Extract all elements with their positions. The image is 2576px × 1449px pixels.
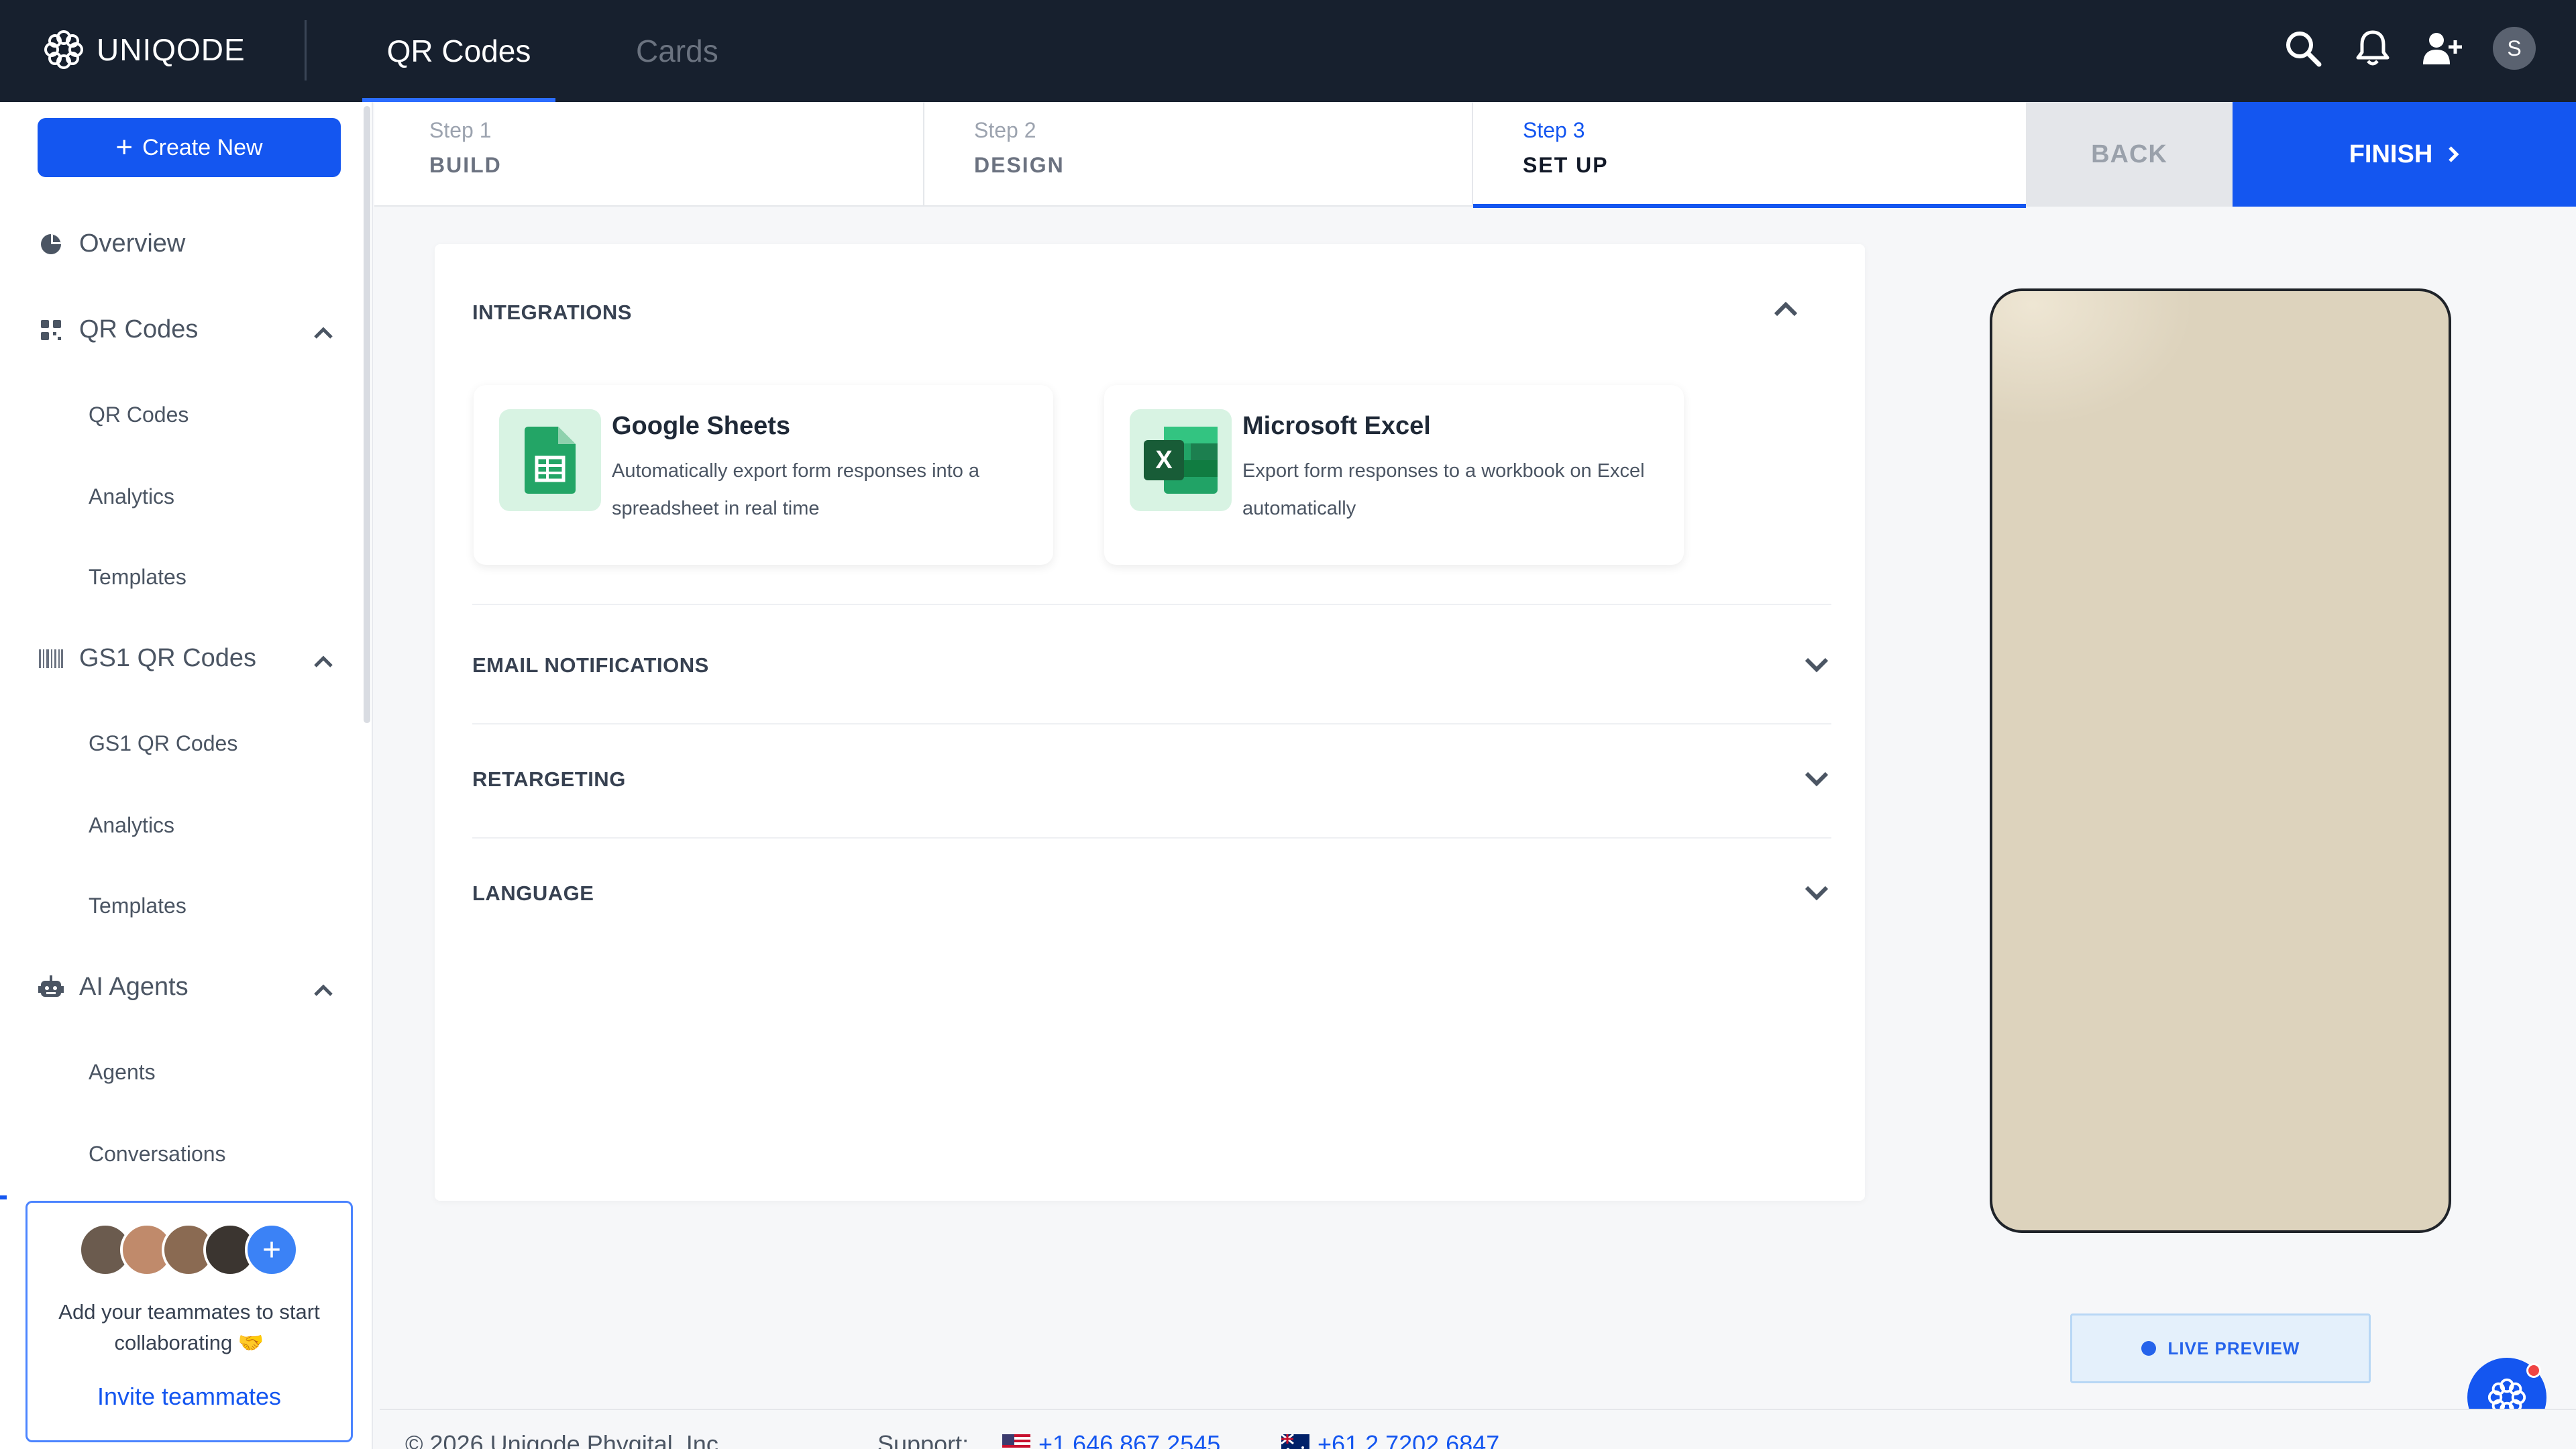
step-number: Step 3 (1523, 118, 1585, 142)
phone-preview (1990, 288, 2451, 1233)
live-preview-button[interactable]: LIVE PREVIEW (2070, 1313, 2371, 1383)
integration-description: Automatically export form responses into… (612, 460, 980, 519)
sidebar-group-gs1-qr-codes[interactable]: GS1 QR Codes (38, 644, 333, 673)
wizard-steps: Step 1 BUILD Step 2 DESIGN Step 3 SET UP (374, 102, 2026, 208)
retargeting-heading[interactable]: RETARGETING (472, 767, 626, 792)
create-new-label: Create New (142, 134, 263, 160)
sidebar-item-analytics[interactable]: Analytics (89, 484, 174, 509)
sidebar-progress-indicator (0, 1195, 7, 1199)
create-new-button[interactable]: + Create New (38, 118, 341, 177)
sidebar-group-label: AI Agents (79, 973, 189, 1001)
back-button[interactable]: BACK (2026, 102, 2233, 207)
brand-name: UNIQODE (97, 32, 246, 67)
sidebar-group-label: GS1 QR Codes (79, 644, 256, 672)
svg-text:X: X (1155, 446, 1173, 474)
excel-icon: X (1130, 409, 1232, 511)
footer-support-label: Support: (877, 1430, 969, 1449)
preview-background-texture (1992, 291, 2194, 425)
sidebar-item-qr-codes[interactable]: QR Codes (89, 402, 189, 427)
integration-title: Google Sheets (612, 412, 791, 440)
finish-button[interactable]: FINISH (2233, 102, 2576, 207)
google-sheets-integration[interactable]: Google Sheets Automatically export form … (474, 385, 1053, 565)
footer: © 2026 Uniqode Phygital, Inc. Support: +… (380, 1409, 2576, 1449)
step-build[interactable]: Step 1 BUILD (374, 102, 924, 207)
invite-teammates-card: + Add your teammates to start collaborat… (25, 1201, 353, 1442)
chevron-down-icon[interactable] (1803, 656, 1830, 677)
uniqode-logo-icon (44, 30, 83, 69)
setup-card: INTEGRATIONS Google Sheets Automatically… (435, 244, 1865, 1201)
footer-copyright: © 2026 Uniqode Phygital, Inc. (405, 1430, 725, 1449)
integration-title: Microsoft Excel (1242, 412, 1431, 440)
divider (472, 723, 1831, 724)
sidebar-group-qr-codes[interactable]: QR Codes (38, 315, 333, 344)
sidebar-group-label: QR Codes (79, 315, 199, 343)
plus-icon: + (115, 131, 133, 164)
email-notifications-heading[interactable]: EMAIL NOTIFICATIONS (472, 653, 709, 678)
brand-logo[interactable]: UNIQODE (42, 27, 246, 72)
sidebar-item-gs1-analytics[interactable]: Analytics (89, 813, 174, 838)
robot-icon (38, 974, 64, 1001)
chevron-right-icon (2449, 146, 2459, 162)
live-preview-label: LIVE PREVIEW (2167, 1338, 2300, 1358)
microsoft-excel-integration[interactable]: X Microsoft Excel Export form responses … (1104, 385, 1684, 565)
top-bar: UNIQODE QR Codes Cards S (0, 0, 2576, 102)
add-user-icon[interactable] (2423, 29, 2462, 68)
step-number: Step 1 (429, 118, 492, 142)
chevron-up-icon[interactable] (313, 975, 334, 1004)
teammate-avatars: + (78, 1223, 299, 1277)
tab-qr-codes[interactable]: QR Codes (362, 0, 555, 102)
search-icon[interactable] (2284, 29, 2322, 68)
chevron-up-icon[interactable] (1772, 301, 1799, 321)
topbar-divider (305, 20, 307, 80)
au-flag-icon (1281, 1434, 1309, 1449)
chevron-up-icon[interactable] (313, 647, 334, 676)
divider (472, 604, 1831, 605)
integrations-heading[interactable]: INTEGRATIONS (472, 301, 632, 325)
chevron-down-icon[interactable] (1803, 770, 1830, 791)
invite-teammates-text: Add your teammates to start collaboratin… (58, 1300, 320, 1354)
google-sheets-icon (499, 409, 601, 511)
qr-grid-icon (38, 317, 64, 343)
sidebar-item-gs1-templates[interactable]: Templates (89, 894, 186, 918)
sidebar-item-label: Overview (79, 229, 186, 258)
sidebar-item-templates[interactable]: Templates (89, 565, 186, 590)
finish-label: FINISH (2349, 140, 2433, 168)
step-design[interactable]: Step 2 DESIGN (924, 102, 1473, 207)
chevron-up-icon[interactable] (313, 318, 334, 347)
language-heading[interactable]: LANGUAGE (472, 881, 594, 906)
phone-number: +1 646 867 2545 (1038, 1430, 1221, 1449)
divider (472, 837, 1831, 839)
tab-cards[interactable]: Cards (636, 0, 718, 102)
step-name: BUILD (429, 153, 502, 177)
step-name: SET UP (1523, 153, 1609, 177)
sidebar-item-conversations[interactable]: Conversations (89, 1142, 226, 1167)
support-phone-au[interactable]: +61 2 7202 6847 (1281, 1430, 1499, 1449)
step-set-up[interactable]: Step 3 SET UP (1473, 102, 2026, 208)
bell-icon[interactable] (2353, 29, 2392, 68)
invite-teammates-link[interactable]: Invite teammates (28, 1383, 351, 1411)
add-teammate-icon[interactable]: + (245, 1223, 299, 1277)
sidebar-item-gs1-qr-codes[interactable]: GS1 QR Codes (89, 731, 237, 756)
sidebar-item-overview[interactable]: Overview (38, 229, 185, 258)
step-name: DESIGN (974, 153, 1065, 177)
sidebar-item-agents[interactable]: Agents (89, 1060, 156, 1085)
phone-number: +61 2 7202 6847 (1318, 1430, 1500, 1449)
us-flag-icon (1002, 1434, 1030, 1449)
barcode-icon (38, 645, 64, 672)
notification-dot (2526, 1363, 2541, 1378)
live-dot-icon (2141, 1341, 2156, 1356)
user-avatar[interactable]: S (2493, 27, 2536, 70)
integration-description: Export form responses to a workbook on E… (1242, 460, 1645, 519)
pie-chart-icon (38, 231, 64, 258)
support-phone-us[interactable]: +1 646 867 2545 (1002, 1430, 1220, 1449)
chevron-down-icon[interactable] (1803, 884, 1830, 905)
step-number: Step 2 (974, 118, 1036, 142)
sidebar-scrollbar[interactable] (364, 106, 370, 723)
sidebar-group-ai-agents[interactable]: AI Agents (38, 973, 333, 1002)
